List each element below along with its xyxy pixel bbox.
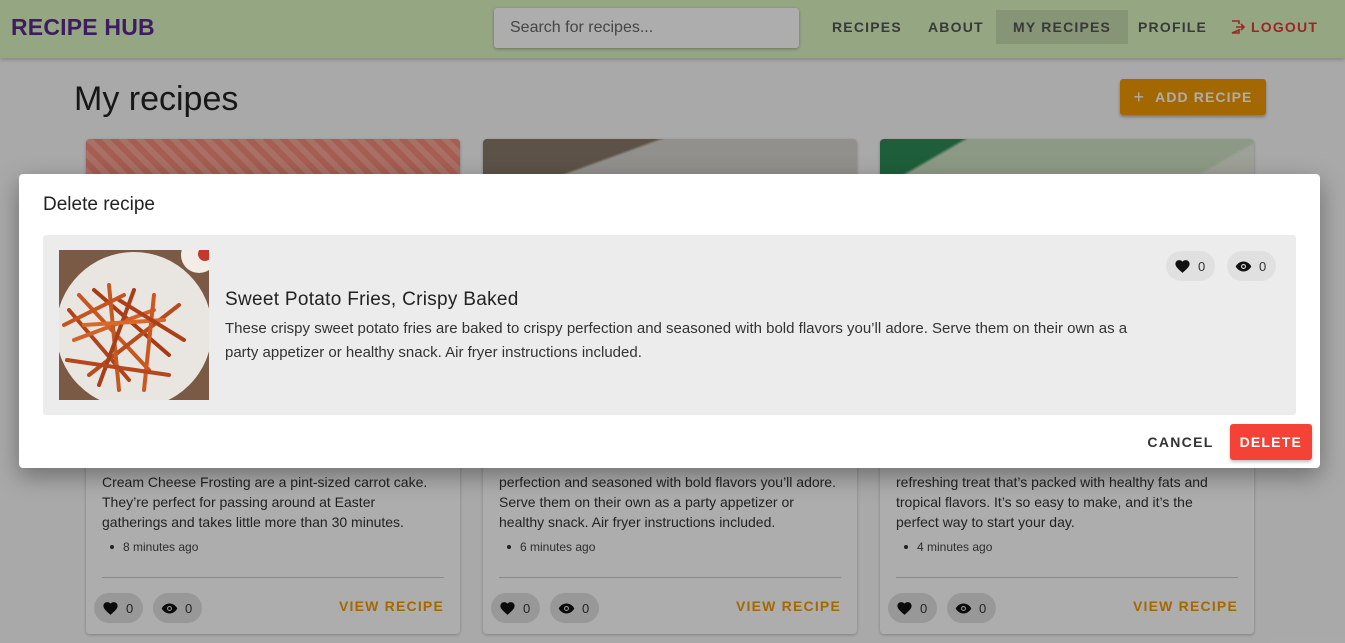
recipe-name: Sweet Potato Fries, Crispy Baked [225,289,519,310]
dialog-title: Delete recipe [43,194,155,215]
heart-icon [1175,259,1190,273]
delete-button[interactable]: DELETE [1229,424,1312,460]
recipe-description: These crispy sweet potato fries are bake… [225,320,1128,361]
like-chip[interactable]: 0 [1166,251,1216,281]
cancel-button[interactable]: CANCEL [1131,424,1229,460]
like-count: 0 [1198,258,1206,274]
recipe-thumbnail [59,250,209,400]
dialog-actions: CANCEL DELETE [1131,424,1312,460]
view-chip[interactable]: 0 [1227,251,1277,281]
view-count: 0 [1259,258,1267,274]
recipe-preview: Sweet Potato Fries, Crispy Baked These c… [43,235,1296,415]
eye-icon [1235,261,1252,271]
delete-recipe-dialog: Delete recipe Sweet Potato Fries, Crispy… [19,174,1320,468]
